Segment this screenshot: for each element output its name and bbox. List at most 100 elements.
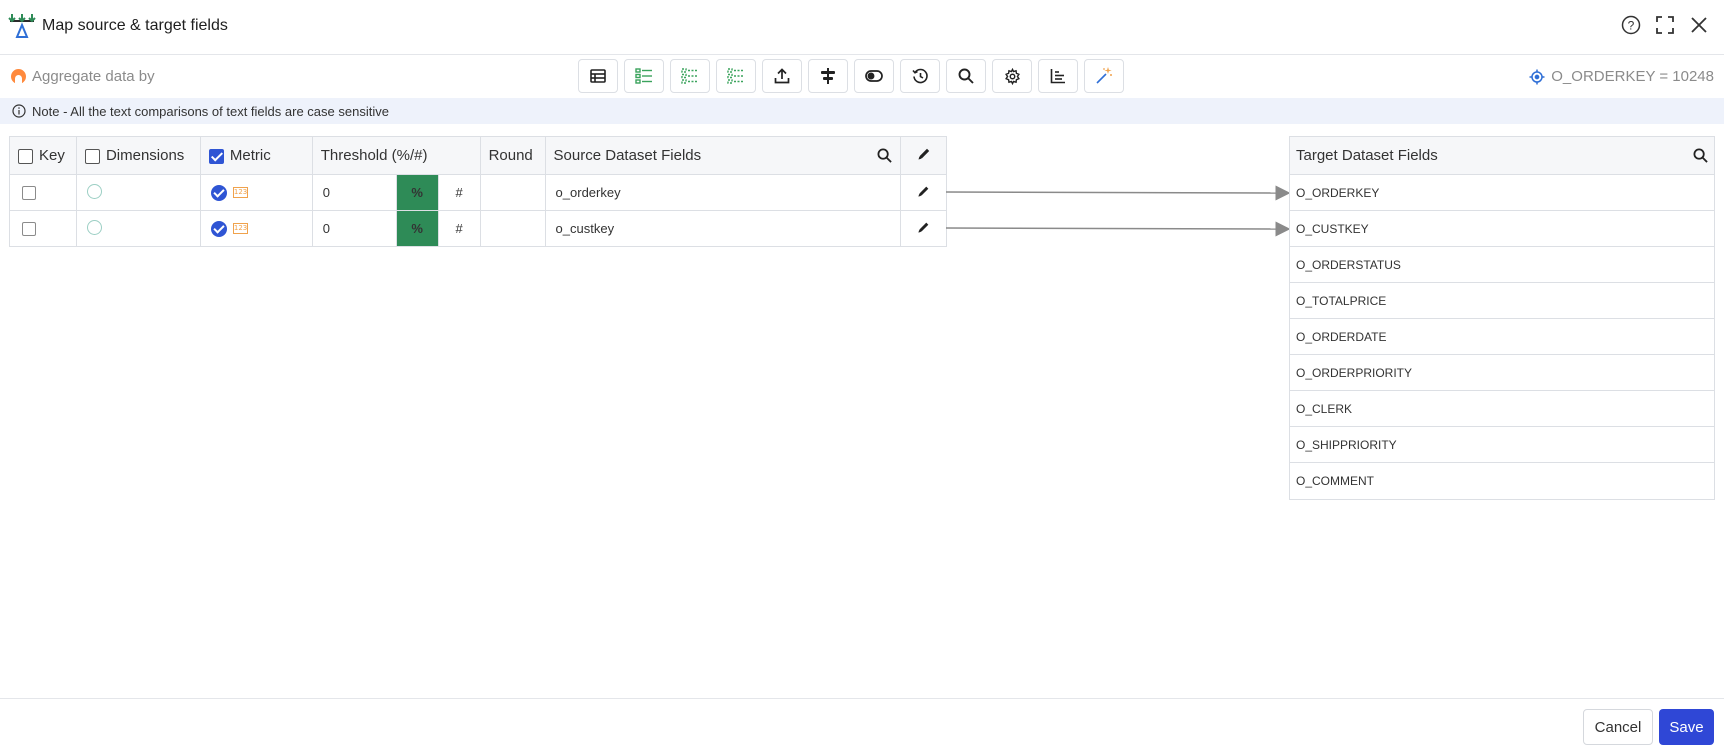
target-field-item[interactable]: O_CUSTKEY	[1290, 211, 1714, 247]
close-icon[interactable]	[1688, 14, 1710, 36]
round-header: Round	[479, 136, 546, 175]
source-fields-header-label: Source Dataset Fields	[553, 147, 702, 164]
pencil-icon	[918, 222, 929, 233]
dimensions-header[interactable]: Dimensions	[75, 136, 201, 175]
key-checkbox[interactable]	[22, 186, 36, 201]
target-fields-header: Target Dataset Fields	[1290, 137, 1714, 175]
svg-text:?: ?	[1628, 19, 1635, 33]
list-dashed-icon	[727, 68, 744, 84]
percent-toggle[interactable]: %	[395, 210, 439, 247]
cancel-button[interactable]: Cancel	[1583, 709, 1653, 745]
key-header[interactable]: Key	[9, 136, 77, 175]
upload-icon	[774, 68, 790, 84]
target-field-item[interactable]: O_ORDERPRIORITY	[1290, 355, 1714, 391]
list-dashed-button-1[interactable]	[670, 59, 710, 93]
help-icon[interactable]: ?	[1620, 14, 1642, 36]
target-fields-header-label: Target Dataset Fields	[1296, 147, 1438, 164]
table-view-button[interactable]	[578, 59, 618, 93]
search-button[interactable]	[946, 59, 986, 93]
source-row: 123 0 % # o_custkey	[9, 210, 947, 247]
aggregate-icon	[11, 69, 26, 84]
settings-icon	[1004, 67, 1020, 85]
target-field-item[interactable]: O_SHIPPRIORITY	[1290, 427, 1714, 463]
table-icon	[590, 69, 606, 83]
magic-wand-icon	[1096, 67, 1112, 84]
source-field-name: o_custkey	[544, 210, 902, 247]
metric-check-icon[interactable]	[210, 220, 227, 237]
aggregate-data-toggle[interactable]: Aggregate data by	[11, 68, 155, 85]
list-green-icon	[635, 68, 652, 84]
save-button[interactable]: Save	[1659, 709, 1714, 745]
dialog-footer: Cancel Save	[0, 698, 1724, 753]
fullscreen-icon[interactable]	[1654, 14, 1676, 36]
target-field-item[interactable]: O_CLERK	[1290, 391, 1714, 427]
threshold-header: Threshold (%/#)	[311, 136, 481, 175]
number-type-icon: 123	[232, 187, 248, 199]
chart-button[interactable]	[1038, 59, 1078, 93]
key-select-all-checkbox[interactable]	[18, 148, 33, 164]
edit-all-header[interactable]	[900, 136, 947, 175]
hash-toggle[interactable]: #	[437, 174, 481, 211]
metric-header[interactable]: Metric	[199, 136, 313, 175]
mapping-line-orderkey	[946, 185, 1290, 201]
source-field-name: o_orderkey	[544, 174, 902, 211]
chart-icon	[1050, 69, 1065, 84]
mapping-line-custkey	[946, 221, 1290, 237]
key-checkbox[interactable]	[22, 222, 36, 237]
pencil-icon[interactable]	[917, 147, 931, 161]
metric-select-all-checkbox[interactable]	[208, 148, 224, 164]
edit-row-button[interactable]	[900, 174, 947, 211]
list-view-button[interactable]	[624, 59, 664, 93]
dimension-radio[interactable]	[86, 219, 102, 235]
settings-button[interactable]	[992, 59, 1032, 93]
target-field-item[interactable]: O_ORDERSTATUS	[1290, 247, 1714, 283]
history-icon	[911, 68, 928, 83]
target-field-item[interactable]: O_TOTALPRICE	[1290, 283, 1714, 319]
source-header-row: Key Dimensions Metric Threshold (%/#) Ro…	[9, 136, 947, 175]
dimension-radio[interactable]	[86, 183, 102, 199]
list-dashed-button-2[interactable]	[716, 59, 756, 93]
metric-check-icon[interactable]	[210, 184, 227, 201]
key-header-label: Key	[39, 147, 65, 164]
filter-text: O_ORDERKEY = 10248	[1551, 68, 1714, 85]
align-center-icon	[821, 68, 835, 84]
toggle-icon	[865, 70, 883, 82]
hash-toggle[interactable]: #	[437, 210, 481, 247]
case-sensitivity-note: Note - All the text comparisons of text …	[0, 98, 1724, 124]
threshold-input[interactable]: 0	[311, 174, 397, 211]
auto-map-button[interactable]	[1084, 59, 1124, 93]
dialog-header: Map source & target fields ?	[0, 0, 1724, 55]
round-input[interactable]	[479, 210, 546, 247]
field-mapping-connectors	[946, 185, 1290, 237]
edit-row-button[interactable]	[900, 210, 947, 247]
number-type-icon: 123	[232, 223, 248, 235]
pencil-icon	[918, 186, 929, 197]
source-fields-header: Source Dataset Fields	[544, 136, 902, 175]
search-icon[interactable]	[1693, 148, 1708, 163]
source-fields-table: Key Dimensions Metric Threshold (%/#) Ro…	[9, 136, 947, 247]
target-field-item[interactable]: O_ORDERDATE	[1290, 319, 1714, 355]
info-icon	[12, 104, 26, 118]
target-fields-panel: Target Dataset Fields O_ORDERKEY O_CUSTK…	[1289, 136, 1715, 500]
search-icon[interactable]	[877, 148, 892, 163]
percent-toggle[interactable]: %	[395, 174, 439, 211]
align-button[interactable]	[808, 59, 848, 93]
upload-button[interactable]	[762, 59, 802, 93]
dimensions-header-label: Dimensions	[105, 147, 185, 164]
target-field-item[interactable]: O_COMMENT	[1290, 463, 1714, 499]
crosshair-icon	[1529, 69, 1545, 84]
source-row: 123 0 % # o_orderkey	[9, 174, 947, 211]
toggle-button[interactable]	[854, 59, 894, 93]
target-field-item[interactable]: O_ORDERKEY	[1290, 175, 1714, 211]
search-icon	[958, 68, 974, 84]
threshold-input[interactable]: 0	[311, 210, 397, 247]
history-button[interactable]	[900, 59, 940, 93]
metric-header-label: Metric	[229, 147, 271, 164]
balance-scale-icon	[8, 14, 36, 38]
note-text: Note - All the text comparisons of text …	[32, 103, 389, 119]
active-filter[interactable]: O_ORDERKEY = 10248	[1529, 68, 1714, 85]
dimensions-select-all-checkbox[interactable]	[84, 148, 100, 164]
dialog-title: Map source & target fields	[42, 17, 228, 34]
toolbar: Aggregate data by O_ORDERKEY = 10248	[0, 56, 1724, 98]
round-input[interactable]	[479, 174, 546, 211]
